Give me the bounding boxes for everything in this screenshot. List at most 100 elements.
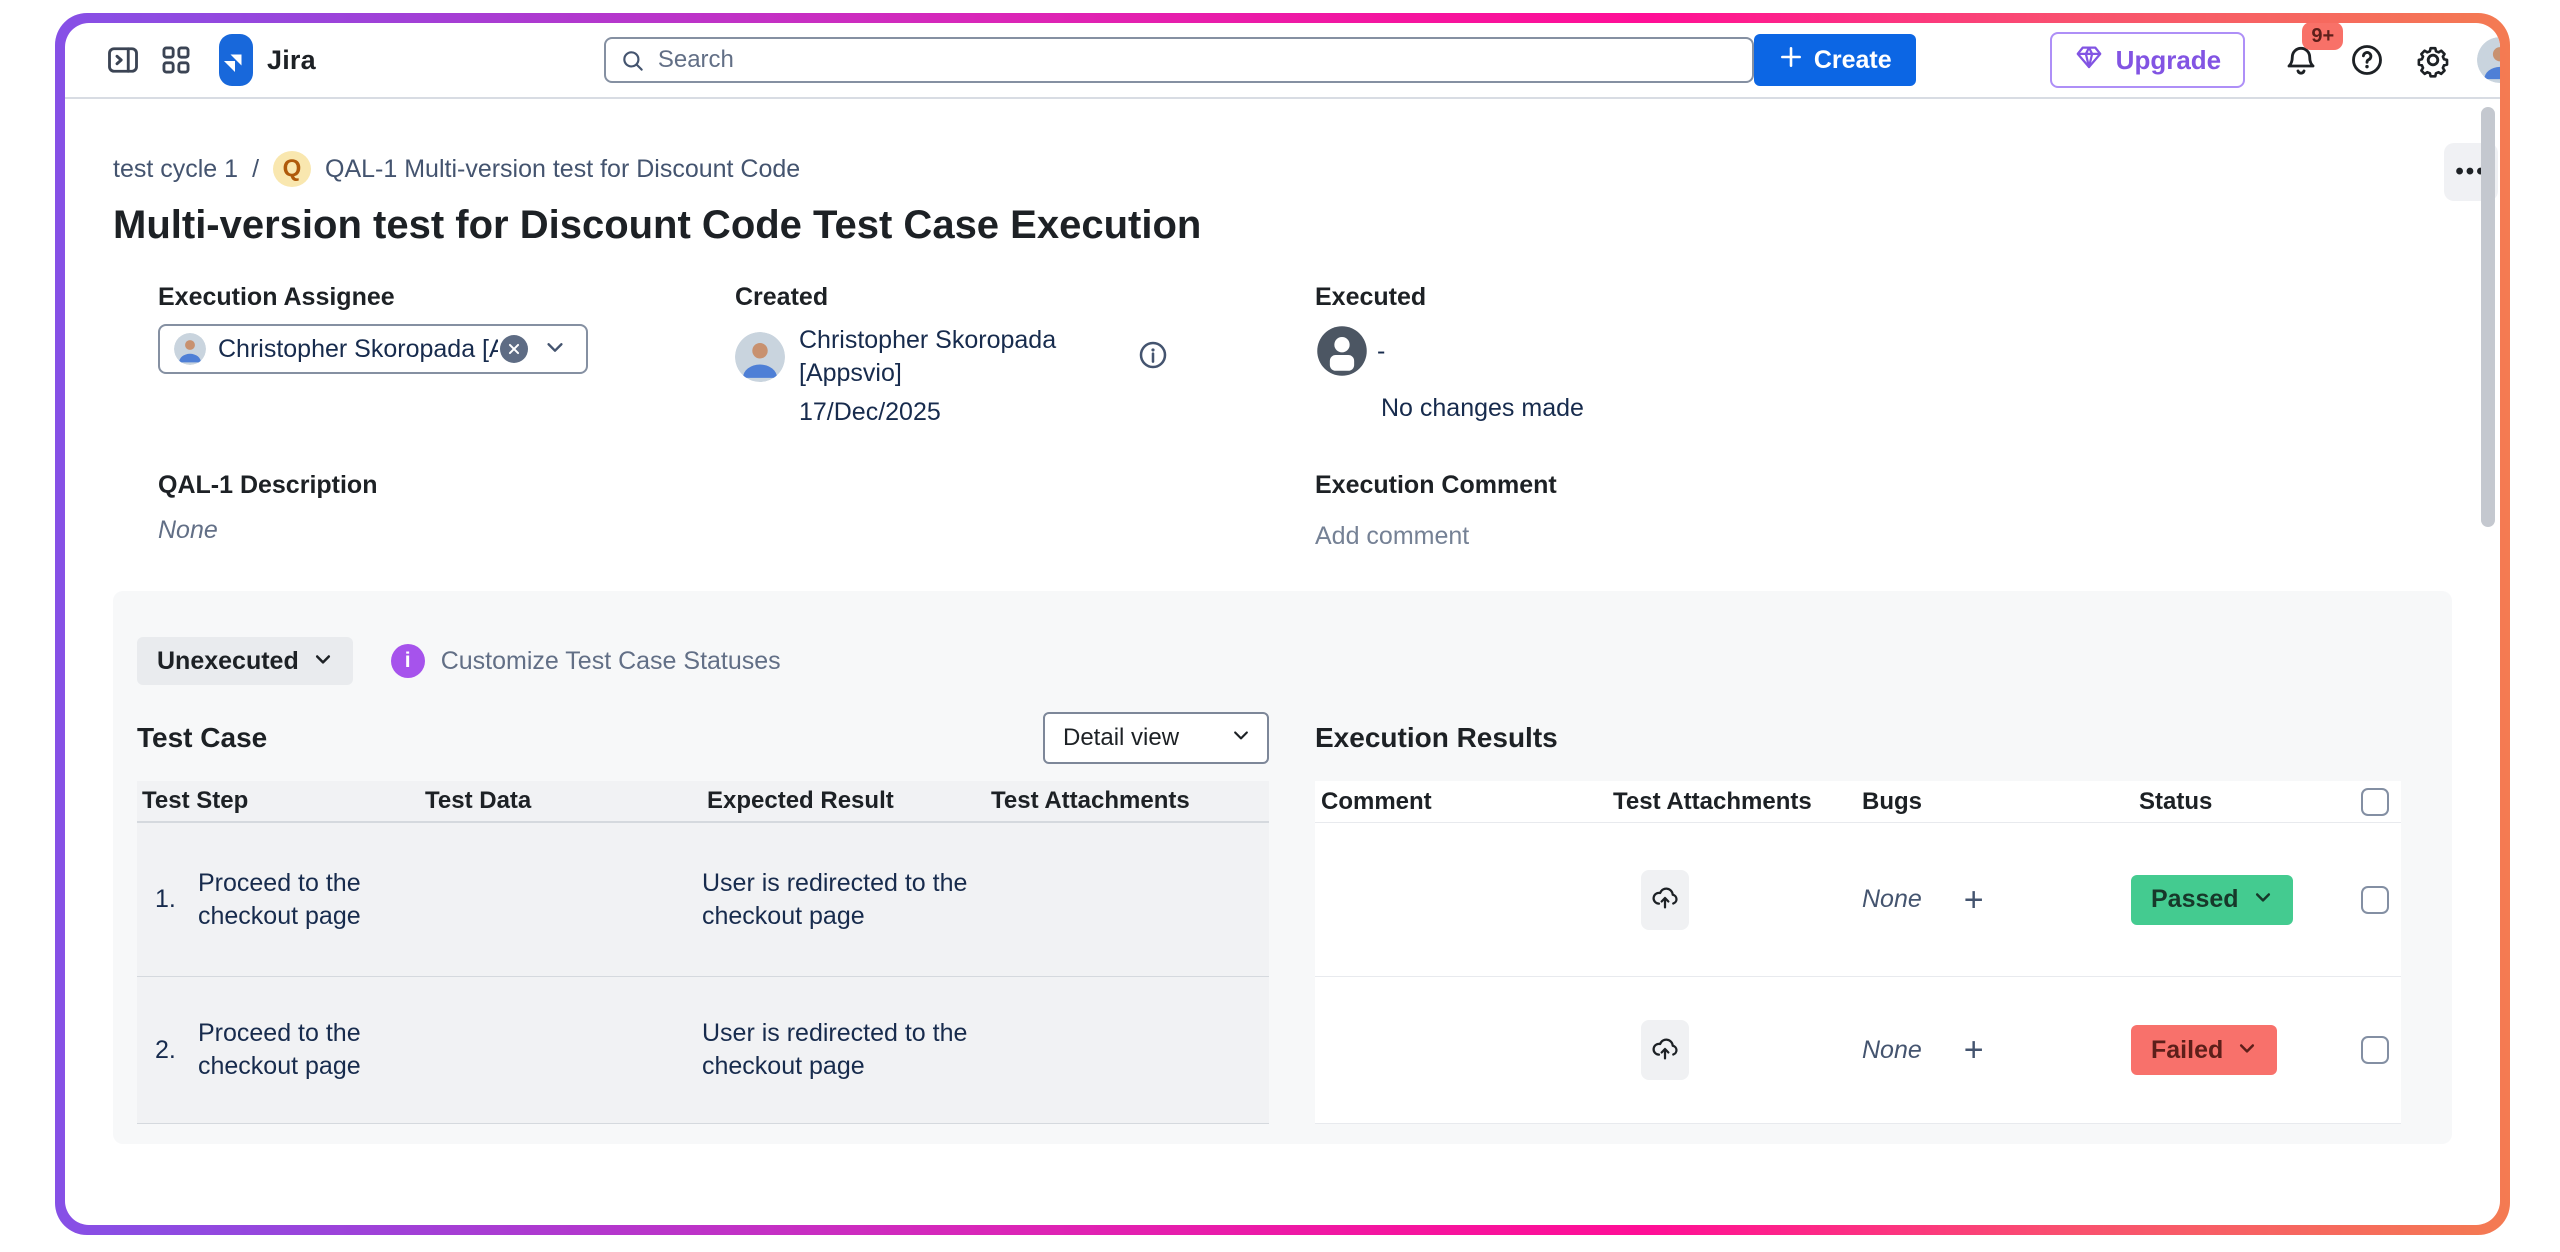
add-bug-button[interactable]: + bbox=[1964, 883, 1984, 917]
description-field: QAL-1 Description None bbox=[158, 471, 1315, 551]
search-input[interactable] bbox=[604, 37, 1754, 83]
step-number: 1. bbox=[137, 885, 198, 914]
settings-button[interactable] bbox=[2411, 38, 2455, 82]
cloud-upload-icon bbox=[1650, 1034, 1680, 1067]
top-navigation-bar: Jira Create Upgrade bbox=[65, 23, 2500, 99]
tables-area: Test Case Detail view Test Step bbox=[137, 711, 2428, 1124]
breadcrumb-issue-link[interactable]: QAL-1 Multi-version test for Discount Co… bbox=[325, 155, 800, 184]
breadcrumb: test cycle 1 / Q QAL-1 Multi-version tes… bbox=[113, 151, 2452, 187]
app-grid-icon bbox=[159, 43, 193, 77]
page-title: Multi-version test for Discount Code Tes… bbox=[113, 201, 2452, 249]
sidebar-toggle-button[interactable] bbox=[105, 38, 141, 82]
customize-statuses-link[interactable]: Customize Test Case Statuses bbox=[441, 647, 781, 676]
bugs-value: None bbox=[1862, 885, 1922, 914]
execution-results-heading: Execution Results bbox=[1315, 722, 1558, 754]
executed-user-row: - bbox=[1315, 324, 2452, 378]
test-execution-panel: Unexecuted i Customize Test Case Statuse… bbox=[113, 591, 2452, 1144]
step-expected: User is redirected to the checkout page bbox=[702, 867, 1002, 933]
execution-status-dropdown[interactable]: Unexecuted bbox=[137, 637, 353, 685]
created-user-avatar bbox=[735, 332, 785, 382]
question-icon bbox=[2349, 42, 2385, 78]
created-field: Created Christopher Skoropada [Appsvio] … bbox=[735, 283, 1315, 427]
chevron-down-icon bbox=[544, 336, 566, 363]
execution-result-row: None + Failed bbox=[1315, 977, 2401, 1124]
executed-value: - bbox=[1377, 337, 1385, 366]
test-step-row[interactable]: 1. Proceed to the checkout page User is … bbox=[137, 823, 1269, 977]
executed-field: Executed - No changes made bbox=[1315, 283, 2452, 427]
execution-results-table: Comment Test Attachments Bugs Status bbox=[1315, 781, 2401, 1124]
test-case-table: Test Step Test Data Expected Result Test… bbox=[137, 781, 1269, 1124]
step-text: Proceed to the checkout page bbox=[198, 867, 398, 933]
search-icon bbox=[620, 48, 646, 79]
app-title: Jira bbox=[267, 45, 316, 76]
description-value: None bbox=[158, 516, 1315, 545]
upgrade-button[interactable]: Upgrade bbox=[2050, 32, 2245, 88]
bugs-value: None bbox=[1862, 1036, 1922, 1065]
step-text: Proceed to the checkout page bbox=[198, 1017, 398, 1083]
clear-assignee-button[interactable] bbox=[500, 335, 528, 363]
execution-assignee-select[interactable]: Christopher Skoropada [Appsvio] bbox=[158, 324, 588, 374]
created-date: 17/Dec/2025 bbox=[799, 398, 1315, 427]
view-selector[interactable]: Detail view bbox=[1043, 712, 1269, 764]
main-content: test cycle 1 / Q QAL-1 Multi-version tes… bbox=[65, 99, 2500, 1225]
assignee-avatar bbox=[174, 333, 206, 365]
user-avatar[interactable] bbox=[2477, 37, 2500, 83]
created-label: Created bbox=[735, 283, 1315, 312]
created-user-row: Christopher Skoropada [Appsvio] bbox=[735, 324, 1315, 390]
row-checkbox[interactable] bbox=[2361, 886, 2389, 914]
select-all-checkbox[interactable] bbox=[2361, 788, 2389, 816]
step-expected: User is redirected to the checkout page bbox=[702, 1017, 1002, 1083]
execution-assignee-field: Execution Assignee Christopher Skoropada… bbox=[158, 283, 735, 427]
step-number: 2. bbox=[137, 1036, 198, 1065]
executed-label: Executed bbox=[1315, 283, 2452, 312]
breadcrumb-separator: / bbox=[252, 155, 259, 184]
status-row: Unexecuted i Customize Test Case Statuse… bbox=[137, 637, 2428, 685]
plus-icon bbox=[1778, 44, 1804, 77]
anonymous-avatar-icon bbox=[1315, 324, 1369, 378]
status-dropdown-passed[interactable]: Passed bbox=[2131, 875, 2293, 925]
info-icon[interactable] bbox=[1137, 339, 1169, 376]
jira-logo-icon[interactable] bbox=[219, 34, 253, 86]
app-switcher-button[interactable] bbox=[159, 38, 193, 82]
customize-info-icon: i bbox=[391, 644, 425, 678]
window-frame: Jira Create Upgrade bbox=[55, 13, 2510, 1235]
execution-result-row: None + Passed bbox=[1315, 823, 2401, 977]
execution-comment-label: Execution Comment bbox=[1315, 471, 2452, 500]
app-window: Jira Create Upgrade bbox=[65, 23, 2500, 1225]
description-label: QAL-1 Description bbox=[158, 471, 1315, 500]
help-button[interactable] bbox=[2345, 38, 2389, 82]
cloud-upload-icon bbox=[1650, 883, 1680, 916]
chevron-down-icon bbox=[2237, 1036, 2257, 1065]
chevron-down-icon bbox=[1231, 724, 1251, 752]
breadcrumb-cycle-link[interactable]: test cycle 1 bbox=[113, 155, 238, 184]
test-step-row[interactable]: 2. Proceed to the checkout page User is … bbox=[137, 977, 1269, 1124]
gem-icon bbox=[2074, 42, 2104, 79]
executed-note: No changes made bbox=[1381, 394, 2452, 423]
details-fields: Execution Assignee Christopher Skoropada… bbox=[113, 283, 2452, 427]
details-fields-row2: QAL-1 Description None Execution Comment… bbox=[113, 471, 2452, 551]
assignee-name: Christopher Skoropada [Appsvio] bbox=[218, 335, 498, 364]
execution-results-header-row: Execution Results bbox=[1315, 711, 2401, 765]
topbar-actions: Create Upgrade 9+ bbox=[1754, 32, 2500, 88]
gear-icon bbox=[2415, 42, 2451, 78]
created-user-name: Christopher Skoropada [Appsvio] bbox=[799, 324, 1121, 390]
add-comment-input[interactable]: Add comment bbox=[1315, 522, 2452, 551]
execution-results-table-header: Comment Test Attachments Bugs Status bbox=[1315, 781, 2401, 823]
notification-count-badge: 9+ bbox=[2302, 23, 2343, 50]
search-container bbox=[604, 37, 1754, 83]
chevron-down-icon bbox=[2253, 885, 2273, 914]
test-case-header-row: Test Case Detail view bbox=[137, 711, 1269, 765]
chevron-down-icon bbox=[313, 647, 333, 676]
create-button[interactable]: Create bbox=[1754, 34, 1916, 86]
test-case-heading: Test Case bbox=[137, 722, 267, 754]
upload-attachment-button[interactable] bbox=[1641, 870, 1689, 930]
row-checkbox[interactable] bbox=[2361, 1036, 2389, 1064]
test-case-table-header: Test Step Test Data Expected Result Test… bbox=[137, 781, 1269, 823]
test-case-section: Test Case Detail view Test Step bbox=[137, 711, 1269, 1124]
issue-type-icon: Q bbox=[273, 151, 311, 187]
execution-comment-field: Execution Comment Add comment bbox=[1315, 471, 2452, 551]
add-bug-button[interactable]: + bbox=[1964, 1033, 1984, 1067]
status-dropdown-failed[interactable]: Failed bbox=[2131, 1025, 2277, 1075]
scrollbar-thumb[interactable] bbox=[2481, 107, 2495, 527]
upload-attachment-button[interactable] bbox=[1641, 1020, 1689, 1080]
